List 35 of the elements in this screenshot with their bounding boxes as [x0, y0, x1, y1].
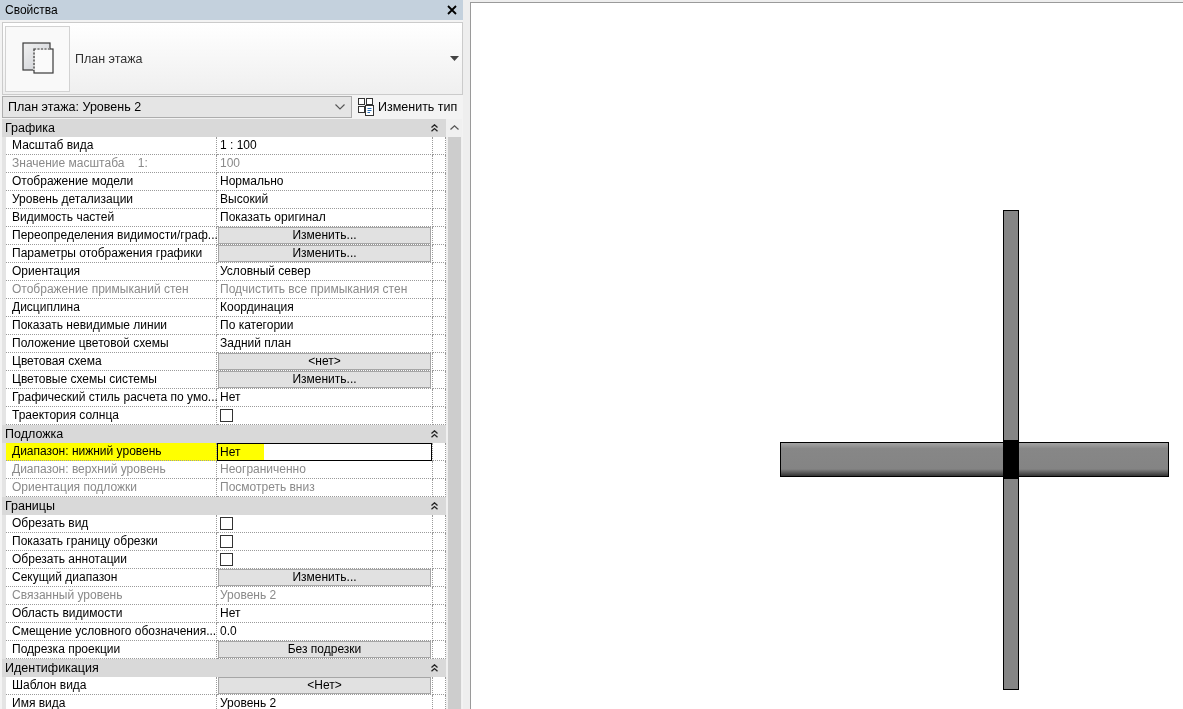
collapse-icon[interactable] — [431, 430, 438, 438]
chevron-down-icon — [335, 104, 345, 110]
value-button[interactable]: Изменить... — [218, 227, 431, 244]
group-title: Подложка — [5, 427, 64, 441]
collapse-icon[interactable] — [431, 124, 438, 132]
group-title: Границы — [5, 499, 55, 513]
panel-title: Свойства — [5, 3, 58, 17]
type-name: План этажа — [75, 51, 144, 66]
value-button[interactable]: Изменить... — [218, 569, 431, 586]
checkbox[interactable] — [220, 553, 233, 566]
grid-document-icon — [358, 98, 374, 116]
collapse-icon[interactable] — [431, 664, 438, 672]
edit-type-button[interactable]: Изменить тип — [357, 96, 459, 118]
property-name: Имя вида — [6, 695, 217, 709]
value-button[interactable]: <Нет> — [218, 677, 431, 694]
checkbox[interactable] — [220, 409, 233, 422]
scroll-up-icon[interactable] — [449, 125, 459, 130]
group-title: Графика — [5, 121, 55, 135]
value-button[interactable]: Изменить... — [218, 371, 431, 388]
collapse-icon[interactable] — [431, 502, 438, 510]
overlapping-sheets-icon — [5, 25, 70, 92]
value-button[interactable]: Изменить... — [218, 245, 431, 262]
checkbox[interactable] — [220, 535, 233, 548]
instance-dropdown[interactable]: План этажа: Уровень 2 — [2, 96, 352, 118]
dropdown-arrow-icon[interactable] — [450, 56, 459, 61]
value-button[interactable]: <нет> — [218, 353, 431, 370]
value-button[interactable]: Без подрезки — [218, 641, 431, 658]
scrollbar-thumb[interactable] — [447, 137, 461, 709]
property-value: Уровень 2 — [217, 695, 433, 709]
property-name: Диапазон: нижний уровень — [6, 443, 217, 461]
value-field[interactable]: Нет — [217, 443, 432, 461]
type-selector[interactable]: План этажа — [2, 22, 463, 95]
checkbox[interactable] — [220, 517, 233, 530]
group-title: Идентификация — [5, 661, 99, 675]
close-icon[interactable] — [447, 5, 457, 15]
